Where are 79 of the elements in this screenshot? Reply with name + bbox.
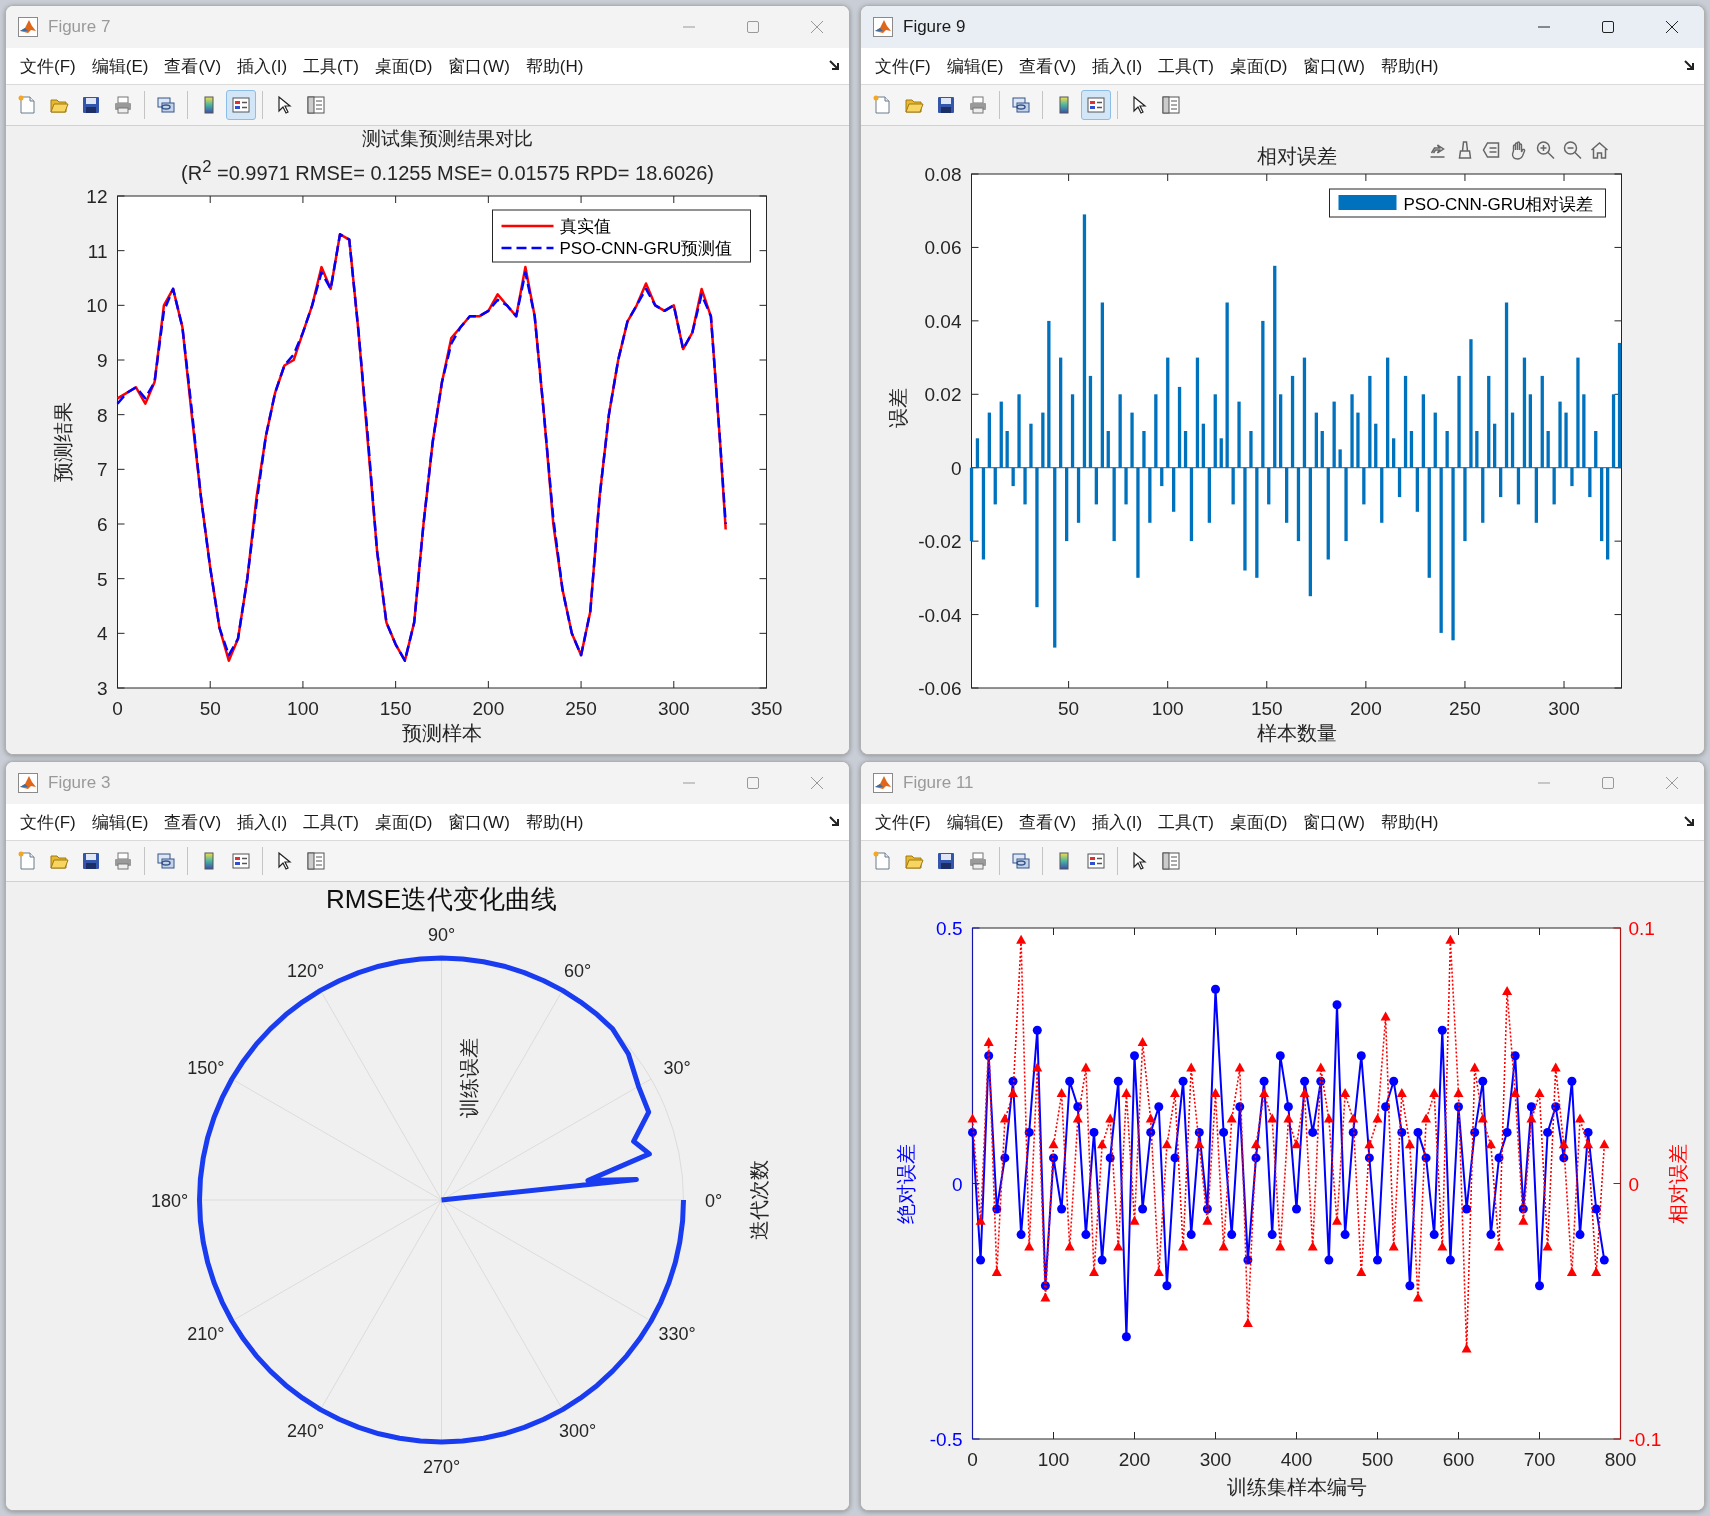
tick-label: 10 [86, 295, 108, 317]
tick-label: 0 [967, 1449, 978, 1470]
axis-title: 预测样本 [401, 722, 482, 744]
tick-label: 700 [1523, 1449, 1556, 1470]
tick-label: 90° [427, 925, 456, 945]
tick-label: 300 [1199, 1449, 1232, 1470]
tick-label: 0 [112, 698, 123, 719]
chart-title: RMSE迭代变化曲线 [325, 884, 558, 914]
tick-label: -0.06 [918, 678, 962, 699]
tick-label: 800 [1604, 1449, 1637, 1470]
tick-label: 0 [950, 457, 962, 479]
window-title: Figure 11 [903, 773, 975, 793]
tick-label: 50 [199, 698, 221, 719]
tick-label: 120° [286, 960, 325, 981]
tick-label: 270° [422, 1457, 461, 1477]
legend-label: PSO-CNN-GRU相对误差 [1403, 195, 1594, 214]
tick-label: 210° [187, 1324, 225, 1344]
tick-label: 180° [150, 1191, 189, 1211]
tick-label: 250 [1449, 698, 1481, 719]
tick-label: 100 [287, 698, 319, 719]
tick-label: 0.1 [1628, 918, 1655, 939]
tick-label: 100 [1037, 1449, 1070, 1470]
axis-title: 样本数量 [1256, 722, 1337, 744]
tick-label: 0 [1628, 1173, 1640, 1195]
tick-label: 330° [658, 1324, 696, 1344]
tick-label: 300° [558, 1421, 597, 1442]
tick-label: 6 [96, 514, 108, 535]
axis-title: 相对误差 [1666, 1144, 1689, 1224]
chart-subtitle: (R$^{2}$ =0.9971 RMSE= 0.1255 MSE= 0.01575 RPD= 18.6026) [181, 156, 714, 186]
axis-title: 误差 [886, 388, 909, 428]
tick-label: 11 [87, 240, 108, 262]
tick-label: 150 [379, 698, 412, 719]
tick-label: 4 [96, 623, 108, 645]
tick-label: 7 [96, 459, 108, 481]
tick-label: 200 [1350, 698, 1382, 719]
tick-label: -0.5 [929, 1429, 963, 1450]
chart-title: 相对误差 [1256, 145, 1337, 167]
tick-label: 60° [563, 960, 592, 981]
tick-label: 0.06 [924, 237, 962, 259]
window-title: Figure 9 [903, 17, 967, 37]
tick-label: 0 [951, 1173, 963, 1195]
tick-label: 0° [704, 1191, 723, 1211]
tick-label: 0.02 [924, 384, 962, 406]
tick-label: 400 [1280, 1449, 1313, 1470]
tick-label: 150° [187, 1058, 225, 1078]
tick-label: 300 [657, 698, 690, 719]
legend-label: PSO-CNN-GRU预测值 [559, 239, 733, 258]
tick-label: 240° [286, 1421, 325, 1442]
tick-label: 8 [96, 404, 108, 426]
tick-label: 250 [565, 698, 597, 719]
tick-label: 100 [1151, 698, 1184, 719]
tick-label: 50 [1058, 698, 1080, 719]
axis-title: 绝对误差 [894, 1144, 917, 1224]
tick-label: 30° [663, 1058, 691, 1078]
axis-title: 训练误差 [457, 1038, 480, 1118]
tick-label: 500 [1361, 1449, 1394, 1470]
tick-label: -0.1 [1628, 1429, 1662, 1450]
tick-label: 9 [96, 350, 108, 371]
tick-label: 600 [1442, 1449, 1475, 1470]
tick-label: 0.08 [924, 164, 962, 185]
axis-title: 预测结果 [51, 402, 74, 482]
window-title: Figure 7 [48, 17, 112, 37]
tick-label: 300 [1548, 698, 1580, 719]
tick-label: 12 [86, 186, 108, 207]
tick-label: 3 [96, 678, 108, 699]
legend-label: 真实值 [559, 217, 611, 236]
axis-title: 训练集样本编号 [1226, 1476, 1367, 1498]
tick-label: 150 [1250, 698, 1283, 719]
tick-label: 200 [1118, 1449, 1151, 1470]
tick-label: 5 [96, 568, 108, 590]
chart-title: 测试集预测结果对比 [362, 127, 533, 151]
window-title: Figure 3 [48, 773, 112, 793]
tick-label: -0.02 [918, 531, 962, 553]
tick-label: 0.5 [936, 918, 963, 939]
tick-label: 200 [472, 698, 505, 719]
tick-label: 0.04 [924, 310, 962, 332]
tick-label: -0.04 [918, 604, 962, 626]
axis-title: 迭代次数 [747, 1160, 770, 1240]
tick-label: 350 [750, 698, 783, 719]
